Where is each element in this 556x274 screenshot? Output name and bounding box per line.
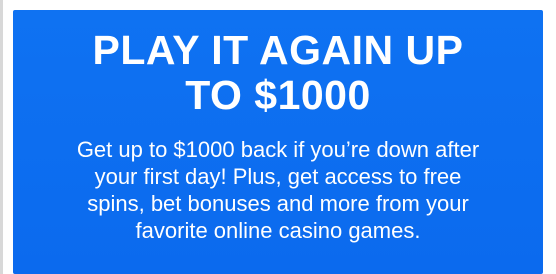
promo-frame: PLAY IT AGAIN UP TO $1000 Get up to $100…	[0, 0, 556, 274]
promo-description: Get up to $1000 back if you’re down afte…	[13, 136, 543, 244]
promo-headline: PLAY IT AGAIN UP TO $1000	[13, 28, 543, 118]
promo-description-line: Get up to $1000 back if you’re down afte…	[76, 137, 480, 162]
promo-description-line: favorite online casino games.	[135, 218, 421, 243]
promo-headline-line: PLAY IT AGAIN UP	[92, 27, 464, 73]
promo-headline-line: TO $1000	[185, 72, 371, 118]
promo-description-line: your first day! Plus, get access to free	[94, 164, 462, 189]
promo-description-line: spins, bet bonuses and more from your	[87, 191, 469, 216]
promo-card: PLAY IT AGAIN UP TO $1000 Get up to $100…	[13, 10, 543, 274]
left-edge-divider	[0, 0, 3, 274]
